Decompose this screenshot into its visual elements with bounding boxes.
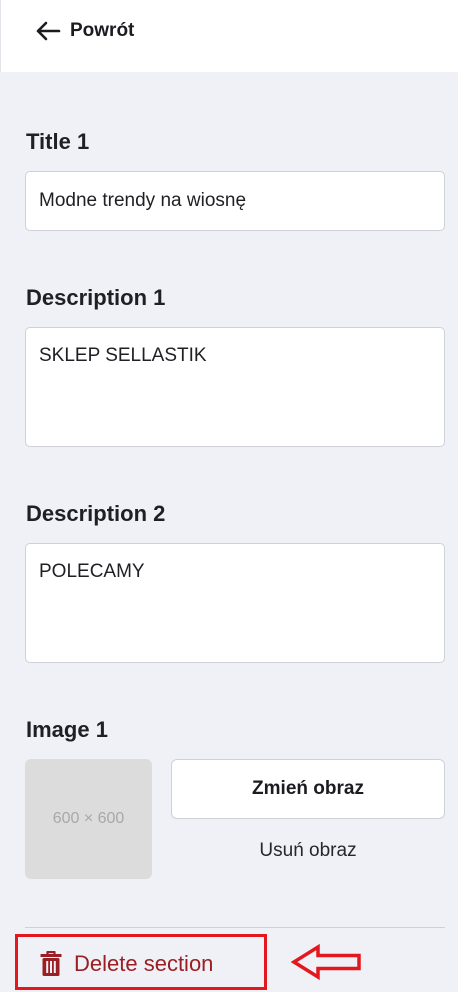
image-thumbnail: 600 × 600	[25, 759, 152, 879]
back-button[interactable]: Powrót	[35, 19, 134, 43]
delete-section-button[interactable]: Delete section	[40, 950, 213, 978]
description1-textarea[interactable]: SKLEP SELLASTIK	[25, 327, 445, 447]
description2-label: Description 2	[26, 501, 166, 526]
title1-input[interactable]: Modne trendy na wiosnę	[25, 171, 445, 231]
image-placeholder-text: 600 × 600	[52, 810, 125, 827]
trash-icon	[40, 951, 62, 976]
change-image-button[interactable]: Zmień obraz	[171, 759, 445, 819]
back-label: Powrót	[70, 20, 135, 41]
remove-image-link[interactable]: Usuń obraz	[171, 840, 445, 862]
image1-label: Image 1	[26, 717, 108, 742]
description1-label: Description 1	[26, 285, 166, 310]
top-bar: Powrót	[0, 0, 458, 72]
delete-section-label: Delete section	[74, 951, 214, 976]
arrow-left-outline-icon	[291, 943, 361, 981]
title1-label: Title 1	[26, 129, 90, 154]
divider	[25, 927, 445, 928]
description2-textarea[interactable]: POLECAMY	[25, 543, 445, 663]
arrow-left-icon	[36, 21, 61, 41]
